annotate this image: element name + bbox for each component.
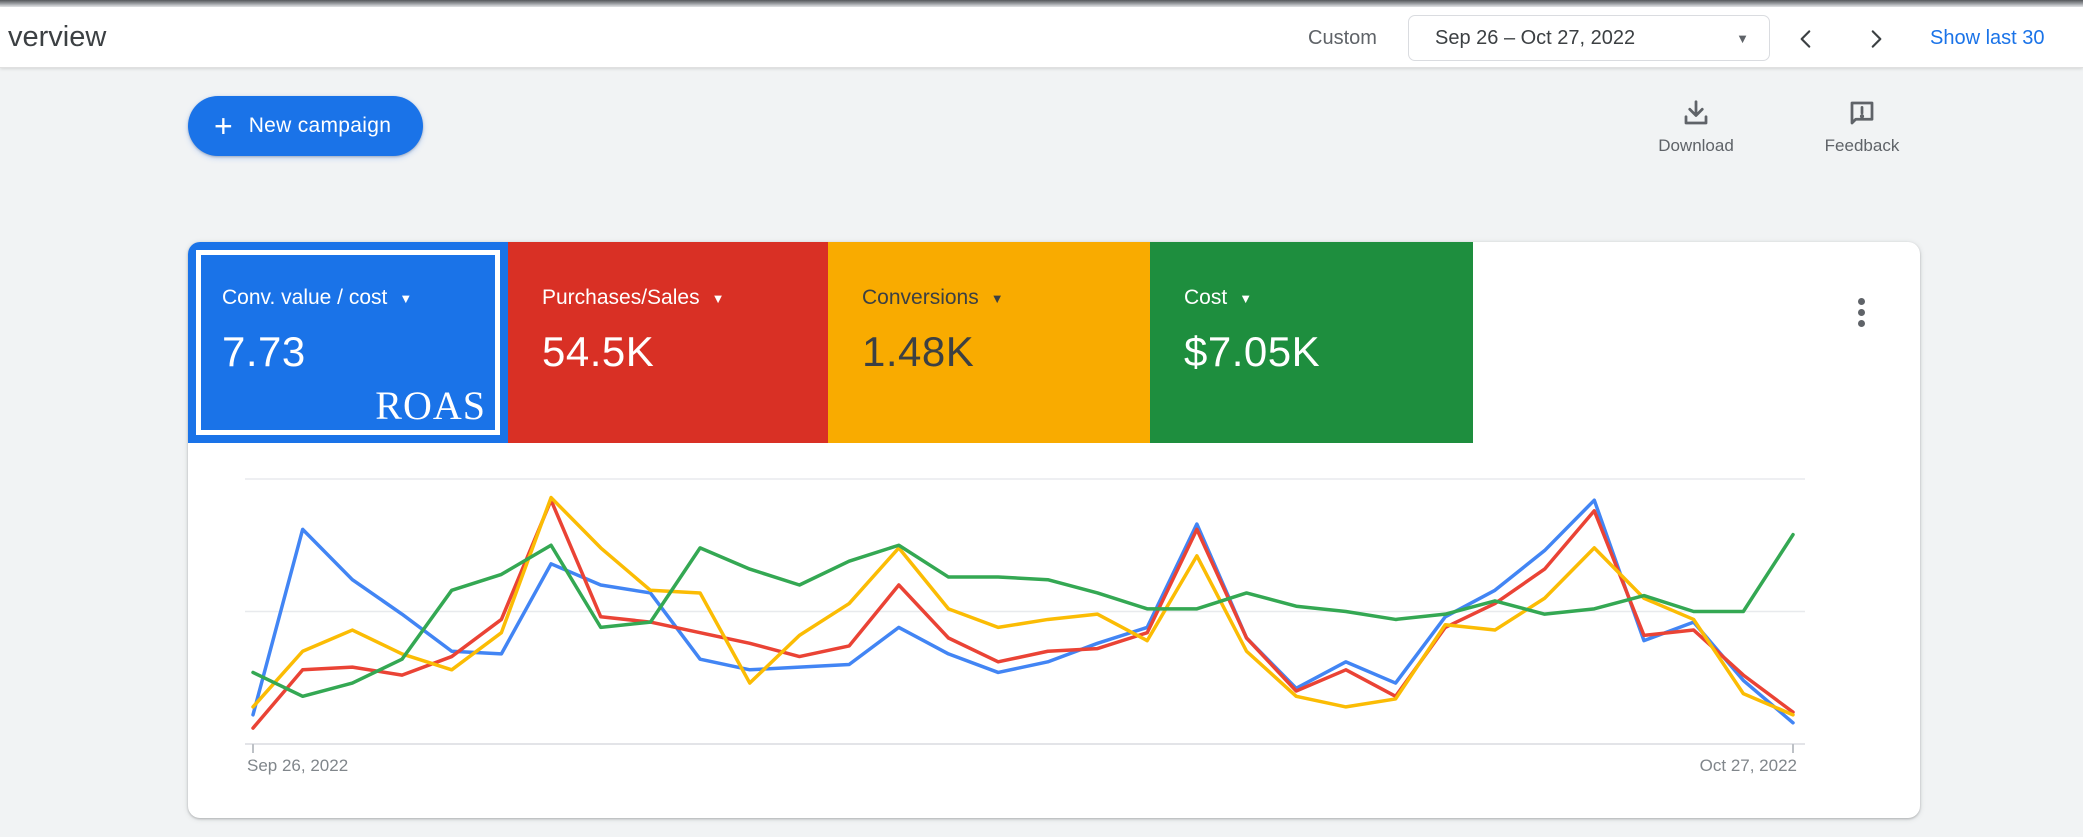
x-axis-start-label: Sep 26, 2022	[247, 756, 348, 776]
feedback-label: Feedback	[1825, 136, 1900, 156]
scorecard-value: 1.48K	[862, 328, 1150, 376]
x-axis-end-label: Oct 27, 2022	[1700, 756, 1797, 776]
page-title: verview	[8, 21, 106, 54]
more-options-button[interactable]	[1846, 290, 1876, 334]
scorecard-row: Conv. value / cost ▼ 7.73 ROAS Purchases…	[188, 242, 1473, 443]
next-period-button[interactable]	[1856, 19, 1896, 59]
performance-time-series-chart[interactable]: Sep 26, 2022 Oct 27, 2022	[245, 460, 1805, 790]
new-campaign-label: New campaign	[249, 114, 392, 138]
chevron-down-icon: ▼	[399, 291, 412, 306]
overview-panel: Conv. value / cost ▼ 7.73 ROAS Purchases…	[188, 242, 1920, 818]
feedback-icon	[1847, 98, 1877, 128]
scorecard-conv-value-cost[interactable]: Conv. value / cost ▼ 7.73 ROAS	[188, 242, 508, 443]
scorecard-purchases-sales[interactable]: Purchases/Sales ▼ 54.5K	[508, 242, 828, 443]
series-cost	[253, 535, 1793, 697]
google-ads-overview-screen: verview Custom Sep 26 – Oct 27, 2022 ▼ S…	[0, 0, 2083, 837]
chevron-down-icon: ▼	[1239, 291, 1252, 306]
kebab-dot	[1858, 320, 1865, 327]
scorecard-value: 54.5K	[542, 328, 828, 376]
previous-period-button[interactable]	[1786, 19, 1826, 59]
roas-annotation: ROAS	[375, 382, 486, 429]
date-range-value: Sep 26 – Oct 27, 2022	[1435, 27, 1635, 50]
download-icon	[1681, 98, 1711, 128]
scorecard-metric-selector[interactable]: Cost ▼	[1184, 286, 1473, 310]
chevron-down-icon: ▼	[712, 291, 725, 306]
scorecard-metric-selector[interactable]: Purchases/Sales ▼	[542, 286, 828, 310]
scorecard-metric-selector[interactable]: Conversions ▼	[862, 286, 1150, 310]
line-chart-canvas	[245, 460, 1805, 790]
scorecard-label: Conversions	[862, 286, 979, 310]
download-button[interactable]: Download	[1636, 98, 1756, 156]
chevron-right-icon	[1863, 26, 1889, 52]
new-campaign-button[interactable]: + New campaign	[188, 96, 423, 156]
chevron-left-icon	[1793, 26, 1819, 52]
scorecard-value: 7.73	[222, 328, 508, 376]
scorecard-value: $7.05K	[1184, 328, 1473, 376]
show-last-30-days-link[interactable]: Show last 30	[1930, 27, 2045, 50]
scorecard-label: Purchases/Sales	[542, 286, 700, 310]
kebab-dot	[1858, 298, 1865, 305]
date-preset-label: Custom	[1308, 27, 1377, 50]
series-conversions	[253, 498, 1793, 715]
chevron-down-icon: ▼	[1736, 31, 1749, 46]
kebab-dot	[1858, 309, 1865, 316]
scorecard-cost[interactable]: Cost ▼ $7.05K	[1150, 242, 1473, 443]
download-label: Download	[1658, 136, 1734, 156]
plus-icon: +	[214, 110, 233, 142]
header-bar: verview Custom Sep 26 – Oct 27, 2022 ▼ S…	[0, 7, 2083, 68]
feedback-button[interactable]: Feedback	[1802, 98, 1922, 156]
date-range-picker[interactable]: Sep 26 – Oct 27, 2022 ▼	[1408, 15, 1770, 61]
chevron-down-icon: ▼	[991, 291, 1004, 306]
scorecard-conversions[interactable]: Conversions ▼ 1.48K	[828, 242, 1150, 443]
scorecard-metric-selector[interactable]: Conv. value / cost ▼	[222, 286, 508, 310]
scorecard-label: Cost	[1184, 286, 1227, 310]
scorecard-label: Conv. value / cost	[222, 286, 387, 310]
window-top-edge	[0, 0, 2083, 7]
